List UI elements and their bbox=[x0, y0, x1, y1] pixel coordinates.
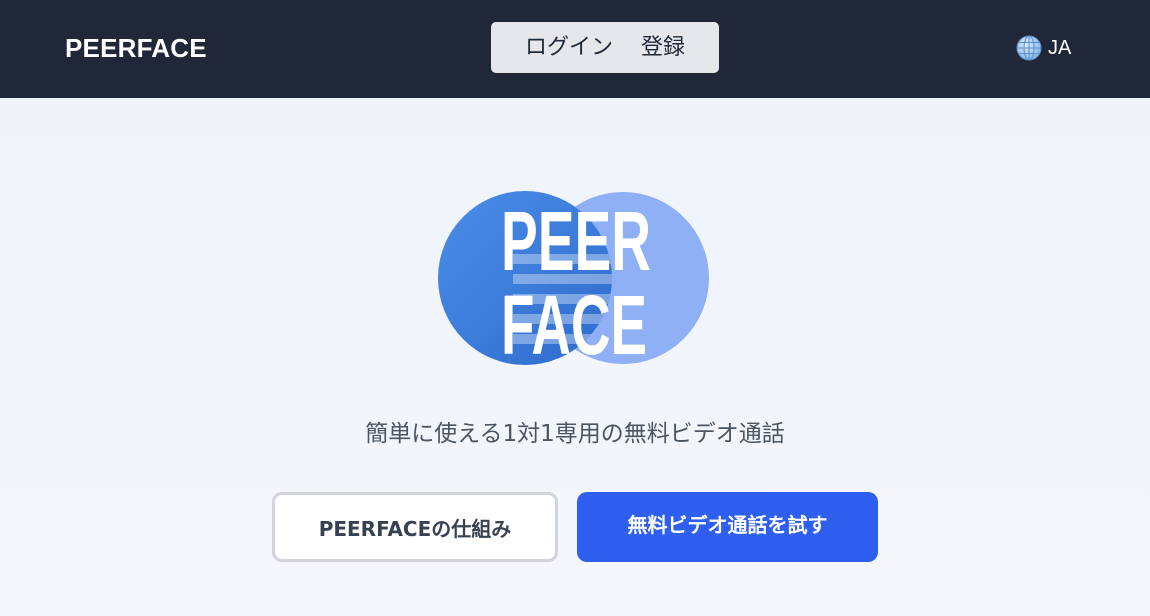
top-navbar: PEERFACE ログイン 登録 JA bbox=[0, 0, 1150, 98]
globe-icon bbox=[1016, 35, 1042, 61]
how-it-works-button[interactable]: PEERFACEの仕組み bbox=[272, 492, 558, 562]
try-free-video-call-button[interactable]: 無料ビデオ通話を試す bbox=[577, 492, 878, 562]
peerface-logo: PEER FACE bbox=[438, 191, 709, 368]
logo-text-peer: PEER bbox=[501, 194, 651, 288]
language-selector[interactable]: JA bbox=[1016, 34, 1071, 62]
language-label: JA bbox=[1048, 37, 1072, 59]
hero-tagline: 簡単に使える1対1専用の無料ビデオ通話 bbox=[365, 421, 785, 447]
auth-links: ログイン 登録 bbox=[491, 22, 719, 73]
logo-text-face: FACE bbox=[501, 278, 647, 368]
register-link[interactable]: 登録 bbox=[641, 22, 685, 73]
login-link[interactable]: ログイン bbox=[525, 22, 613, 73]
brand-logo-text[interactable]: PEERFACE bbox=[65, 32, 207, 64]
